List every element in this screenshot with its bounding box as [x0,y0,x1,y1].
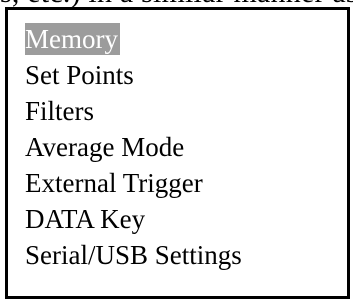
menu-item-label: Filters [25,96,95,126]
menu-item-average-mode[interactable]: Average Mode [25,129,244,165]
settings-menu: Memory Set Points Filters Average Mode E… [5,7,350,299]
menu-item-label: Set Points [25,60,134,90]
menu-item-filters[interactable]: Filters [25,93,244,129]
menu-list: Memory Set Points Filters Average Mode E… [25,21,244,273]
menu-item-label: External Trigger [25,168,203,198]
menu-item-label: Average Mode [25,132,185,162]
menu-item-set-points[interactable]: Set Points [25,57,244,93]
menu-item-memory[interactable]: Memory [25,21,244,57]
menu-item-serial-usb-settings[interactable]: Serial/USB Settings [25,237,244,273]
menu-item-external-trigger[interactable]: External Trigger [25,165,244,201]
menu-item-label: DATA Key [25,204,146,234]
menu-item-label: Memory [25,23,120,55]
menu-item-label: Serial/USB Settings [25,240,242,270]
menu-item-data-key[interactable]: DATA Key [25,201,244,237]
